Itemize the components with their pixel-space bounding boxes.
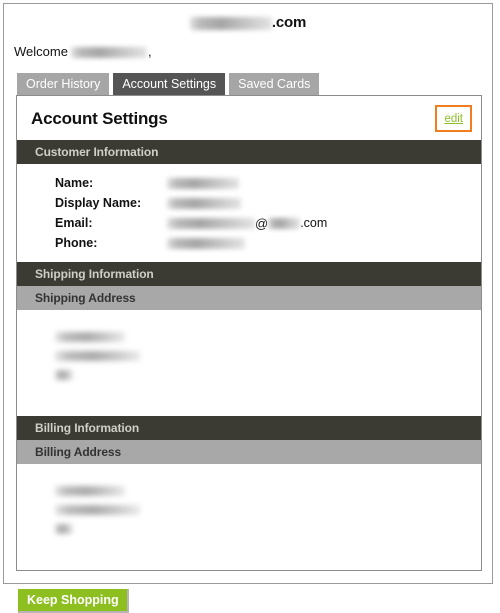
welcome-prefix: Welcome [14, 44, 68, 59]
site-tld: .com [271, 14, 307, 31]
row-phone: Phone: [17, 233, 481, 253]
tab-order-history[interactable]: Order History [16, 72, 111, 95]
welcome-username-redacted [70, 46, 147, 58]
label-display-name: Display Name: [55, 196, 142, 210]
label-phone: Phone: [55, 236, 98, 250]
account-tabs: Order History Account Settings Saved Car… [16, 71, 492, 95]
shipping-address-line-2-redacted [55, 351, 140, 361]
row-display-name: Display Name: [17, 193, 481, 213]
shipping-address-line-1-redacted [55, 332, 125, 342]
tab-account-settings[interactable]: Account Settings [112, 72, 227, 95]
welcome-suffix: , [147, 44, 152, 59]
billing-address-subheading: Billing Address [17, 440, 481, 464]
page-title: Account Settings [31, 109, 168, 128]
value-display-name [167, 197, 241, 209]
email-local-redacted [167, 217, 255, 229]
name-value-redacted [167, 177, 239, 189]
billing-information-heading: Billing Information [17, 416, 481, 440]
row-email: Email: @ .com [17, 213, 481, 233]
tab-saved-cards[interactable]: Saved Cards [228, 72, 321, 95]
billing-address-line-2-redacted [55, 505, 140, 515]
customer-information-heading: Customer Information [17, 140, 481, 164]
account-settings-panel: Account Settings edit Customer Informati… [16, 95, 482, 571]
email-domain-redacted [268, 217, 301, 229]
shipping-information-heading: Shipping Information [17, 262, 481, 286]
edit-button-label: edit [444, 113, 463, 125]
value-phone [167, 237, 245, 249]
customer-information-body: Name: Display Name: Email: @ .com Phone: [17, 164, 481, 262]
label-email: Email: [55, 216, 93, 230]
welcome-greeting: Welcome, [4, 31, 492, 59]
browser-window: .com Welcome, Order History Account Sett… [3, 3, 493, 613]
shipping-address-line-3-redacted [55, 370, 73, 380]
keep-shopping-button[interactable]: Keep Shopping [18, 589, 129, 613]
shipping-address-subheading: Shipping Address [17, 286, 481, 310]
value-name [167, 177, 239, 189]
billing-address-line-1-redacted [55, 486, 125, 496]
phone-value-redacted [167, 237, 245, 249]
site-title: .com [4, 4, 492, 31]
shipping-address-body [17, 310, 481, 416]
label-name: Name: [55, 176, 94, 190]
billing-address-body [17, 464, 481, 570]
site-name-redacted [189, 16, 272, 30]
row-name: Name: [17, 173, 481, 193]
edit-button[interactable]: edit [435, 105, 472, 132]
display-name-value-redacted [167, 197, 241, 209]
billing-address-line-3-redacted [55, 524, 73, 534]
email-tld: .com [300, 216, 328, 230]
value-email: @ .com [167, 216, 327, 231]
panel-header: Account Settings edit [17, 96, 481, 140]
email-at-symbol: @ [255, 215, 269, 231]
